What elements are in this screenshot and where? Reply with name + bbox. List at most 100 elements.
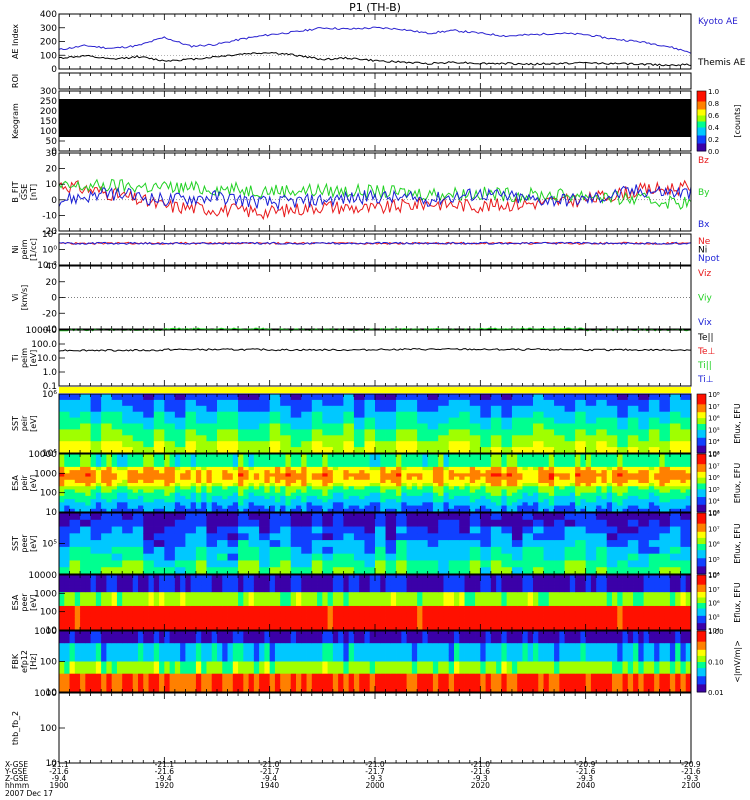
panel-esa1-cell [359, 463, 365, 468]
panel-esa1-cell [390, 492, 397, 497]
panel-esa1-cell [143, 454, 149, 458]
panel-sst1-cell [659, 411, 671, 418]
panel-esa1-cell [422, 470, 429, 474]
panel-sst2-cell [332, 533, 344, 541]
panel-esa1-cell [290, 492, 297, 497]
panel-esa1-cell [190, 479, 197, 484]
panel-esa1-cell [174, 454, 181, 458]
panel-sst2-cell [343, 533, 355, 541]
panel-sst2-cell [174, 540, 186, 548]
panel-sst1-cell [396, 411, 407, 418]
panel-esa1-cell [348, 476, 355, 481]
panel-sst1-colorbar-tick: 10⁸ [708, 391, 720, 399]
panel-ae-ytick-label: 200 [40, 38, 57, 48]
panel-esa1-cell [169, 473, 176, 477]
panel-sst2-cell [185, 567, 197, 575]
panel-esa1-cell [406, 483, 413, 487]
panel-esa1-cell [59, 457, 65, 461]
panel-sst2-cell [69, 513, 81, 521]
panel-sst2-cell [522, 533, 534, 541]
panel-esa1-cell [169, 466, 176, 471]
panel-esa2-cell [74, 619, 81, 624]
panel-sst1-cell [153, 435, 165, 442]
panel-sst1-cell [143, 394, 155, 401]
panel-esa1-cell [417, 460, 423, 465]
panel-esa1-cell [159, 486, 165, 490]
panel-sst1-cell [353, 447, 365, 454]
panel-esa1-cell [338, 489, 344, 494]
panel-sst1-cell [343, 399, 355, 407]
panel-esa1-cell [543, 479, 550, 484]
panel-esa1-cell [269, 499, 276, 503]
panel-sst1-cell [322, 423, 334, 430]
panel-sst2-cell [459, 560, 471, 568]
panel-esa1-cell [417, 463, 423, 468]
panel-esa1-cell [464, 466, 471, 471]
panel-sst2-cell [564, 533, 576, 541]
panel-sst1-cell [153, 447, 165, 454]
panel-sst1-cell [227, 411, 239, 418]
panel-esa1-cell [475, 492, 481, 497]
panel-esa1-cell [501, 489, 508, 494]
panel-esa1-cell [122, 470, 128, 474]
panel-esa1-cell [311, 502, 318, 506]
panel-sst2-cell [596, 567, 608, 575]
panel-sst2-cell [448, 526, 460, 534]
panel-esa1-cell [596, 505, 602, 510]
panel-sst2-cell [69, 567, 81, 575]
panel-sst2-cell [322, 567, 334, 575]
panel-esa1-cell [274, 489, 281, 494]
panel-sst2-cell [248, 533, 260, 541]
panel-esa1-cell [185, 483, 192, 487]
panel-sst2-cell [543, 540, 555, 548]
panel-esa2-cell [90, 602, 97, 607]
panel-sst2-cell [480, 519, 492, 527]
panel-esa1-cell [85, 505, 91, 510]
panel-sst2-cell [417, 526, 429, 534]
panel-esa1-cell [159, 466, 165, 471]
panel-sst1-cell [174, 441, 186, 448]
panel-ae: 0100200300400AE IndexKyoto AEThemis AE [11, 10, 746, 75]
panel-sst1-cell [343, 447, 355, 454]
panel-sst1-cell [101, 447, 113, 454]
panel-sst1-cell [101, 411, 113, 418]
panel-esa2-cell [90, 612, 97, 617]
panel-esa1-cell [359, 460, 365, 465]
panel-sst1-cell [396, 399, 407, 407]
panel-esa1-cell [601, 489, 608, 494]
panel-sst1-cell [269, 394, 281, 401]
panel-esa1-cell [332, 473, 339, 477]
panel-esa1-cell [669, 505, 676, 510]
panel-esa2-cell [80, 605, 86, 610]
panel-esa1-cell [332, 460, 339, 465]
panel-esa1-cell [417, 502, 423, 506]
panel-esa1-cell [385, 479, 392, 484]
panel-sst2-cell [385, 540, 397, 548]
panel-esa1-cell [322, 483, 328, 487]
panel-esa1-cell [390, 466, 397, 471]
panel-sst2-cell [490, 533, 502, 541]
panel-keogram-ytick-label: 50 [46, 137, 58, 147]
panel-sst1-cell [501, 417, 513, 424]
panel-sst1-cell [680, 399, 692, 407]
panel-esa1-cell [332, 483, 339, 487]
panel-esa1-cell [438, 499, 444, 503]
panel-esa1-cell [622, 505, 629, 510]
panel-sst2-cell [627, 533, 639, 541]
panel-esa1-cell [132, 460, 139, 465]
panel-sst2-cell [185, 540, 197, 548]
panel-esa1-cell [122, 502, 128, 506]
panel-sst1-cell [185, 417, 197, 424]
panel-esa1-cell [675, 489, 681, 494]
panel-esa1-cell [264, 486, 271, 490]
panel-sst1-cell [311, 399, 323, 407]
panel-esa1-cell [622, 460, 629, 465]
panel-sst1-cell [259, 405, 271, 413]
panel-esa1-cell [375, 495, 381, 500]
panel-esa1-cell [190, 470, 197, 474]
panel-esa1-cell [396, 470, 402, 474]
panel-esa1-cell [301, 457, 307, 461]
panel-esa1-cell [311, 473, 318, 477]
panel-esa1-cell [190, 457, 197, 461]
panel-esa1-cell [174, 470, 181, 474]
